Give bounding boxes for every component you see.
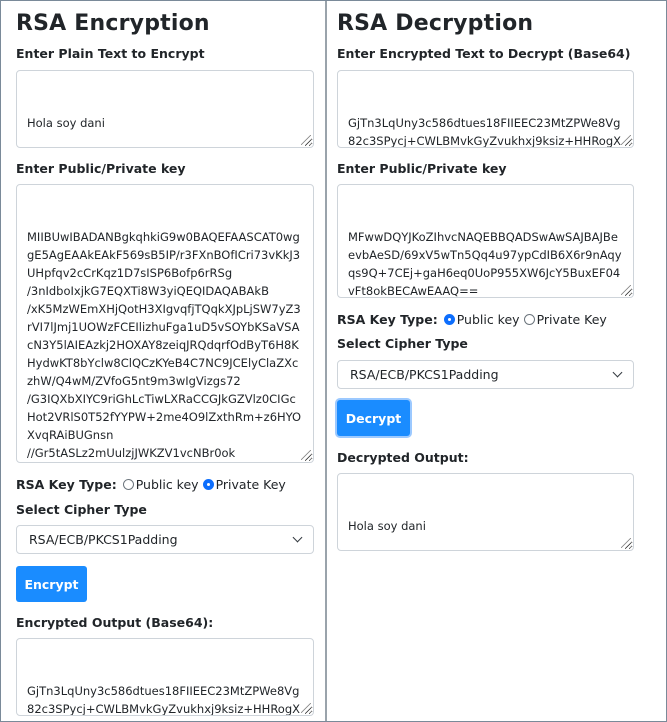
encrypt-cipher-value: RSA/ECB/PKCS1Padding	[29, 532, 178, 547]
decrypted-output-value: Hola soy dani	[348, 519, 426, 533]
decrypt-public-key-radio[interactable]	[443, 314, 455, 325]
encrypt-button[interactable]: Encrypt	[16, 566, 87, 602]
resize-grip-icon[interactable]	[621, 285, 631, 295]
encrypt-private-key-radio[interactable]	[202, 479, 214, 490]
encrypt-public-key-option[interactable]: Public key	[136, 477, 199, 492]
encrypt-cipher-label: Select Cipher Type	[16, 502, 147, 517]
encrypted-output[interactable]: GjTn3LqUny3c586dtues18FIIEEC23MtZPWe8Vg8…	[16, 638, 314, 716]
encrypt-key-type: RSA Key Type: Public key Private Key	[16, 477, 288, 492]
decrypt-public-key-option[interactable]: Public key	[457, 312, 520, 327]
resize-grip-icon[interactable]	[301, 450, 311, 460]
decrypt-cipher-value: RSA/ECB/PKCS1Padding	[350, 367, 499, 382]
resize-grip-icon[interactable]	[301, 135, 311, 145]
encrypt-public-key-radio[interactable]	[122, 479, 134, 490]
decrypt-cipher-select[interactable]: RSA/ECB/PKCS1Padding	[337, 360, 634, 389]
plain-text-label: Enter Plain Text to Encrypt	[16, 46, 205, 61]
decrypt-private-key-option[interactable]: Private Key	[537, 312, 607, 327]
resize-grip-icon[interactable]	[301, 703, 311, 713]
plain-text-input[interactable]: Hola soy dani	[16, 70, 314, 148]
decrypt-private-key-radio[interactable]	[523, 314, 535, 325]
encrypted-text-value: GjTn3LqUny3c586dtues18FIIEEC23MtZPWe8Vg8…	[348, 116, 622, 148]
encrypt-cipher-select[interactable]: RSA/ECB/PKCS1Padding	[16, 525, 314, 554]
decrypt-cipher-label: Select Cipher Type	[337, 336, 468, 351]
plain-text-value: Hola soy dani	[27, 116, 105, 130]
decrypted-output[interactable]: Hola soy dani	[337, 473, 634, 551]
decrypt-button[interactable]: Decrypt	[337, 400, 410, 436]
decrypted-output-label: Decrypted Output:	[337, 450, 469, 465]
resize-grip-icon[interactable]	[621, 135, 631, 145]
decrypt-key-input[interactable]: MFwwDQYJKoZIhvcNAQEBBQADSwAwSAJBAJBeevbA…	[337, 184, 634, 298]
decryption-title: RSA Decryption	[337, 11, 534, 36]
encrypted-text-label: Enter Encrypted Text to Decrypt (Base64)	[337, 46, 631, 61]
decrypt-key-label: Enter Public/Private key	[337, 161, 507, 176]
encrypted-output-value: GjTn3LqUny3c586dtues18FIIEEC23MtZPWe8Vg8…	[27, 684, 301, 716]
app-frame: RSA Encryption Enter Plain Text to Encry…	[0, 0, 667, 722]
encrypted-output-label: Encrypted Output (Base64):	[16, 615, 214, 630]
chevron-down-icon	[292, 532, 303, 543]
decrypt-key-value: MFwwDQYJKoZIhvcNAQEBBQADSwAwSAJBAJBeevbA…	[348, 230, 622, 298]
chevron-down-icon	[612, 367, 623, 378]
encrypt-private-key-option[interactable]: Private Key	[216, 477, 286, 492]
resize-grip-icon[interactable]	[621, 538, 631, 548]
encrypt-key-type-label: RSA Key Type:	[16, 477, 117, 492]
encryption-title: RSA Encryption	[16, 11, 210, 36]
encrypt-key-input[interactable]: MIIBUwIBADANBgkqhkiG9w0BAQEFAASCAT0wggE5…	[16, 184, 314, 463]
column-divider	[325, 1, 327, 721]
encrypt-key-value: MIIBUwIBADANBgkqhkiG9w0BAQEFAASCAT0wggE5…	[27, 230, 302, 460]
encrypted-text-input[interactable]: GjTn3LqUny3c586dtues18FIIEEC23MtZPWe8Vg8…	[337, 70, 634, 148]
encrypt-key-label: Enter Public/Private key	[16, 161, 186, 176]
decrypt-key-type-label: RSA Key Type:	[337, 312, 438, 327]
decrypt-key-type: RSA Key Type: Public key Private Key	[337, 312, 609, 327]
